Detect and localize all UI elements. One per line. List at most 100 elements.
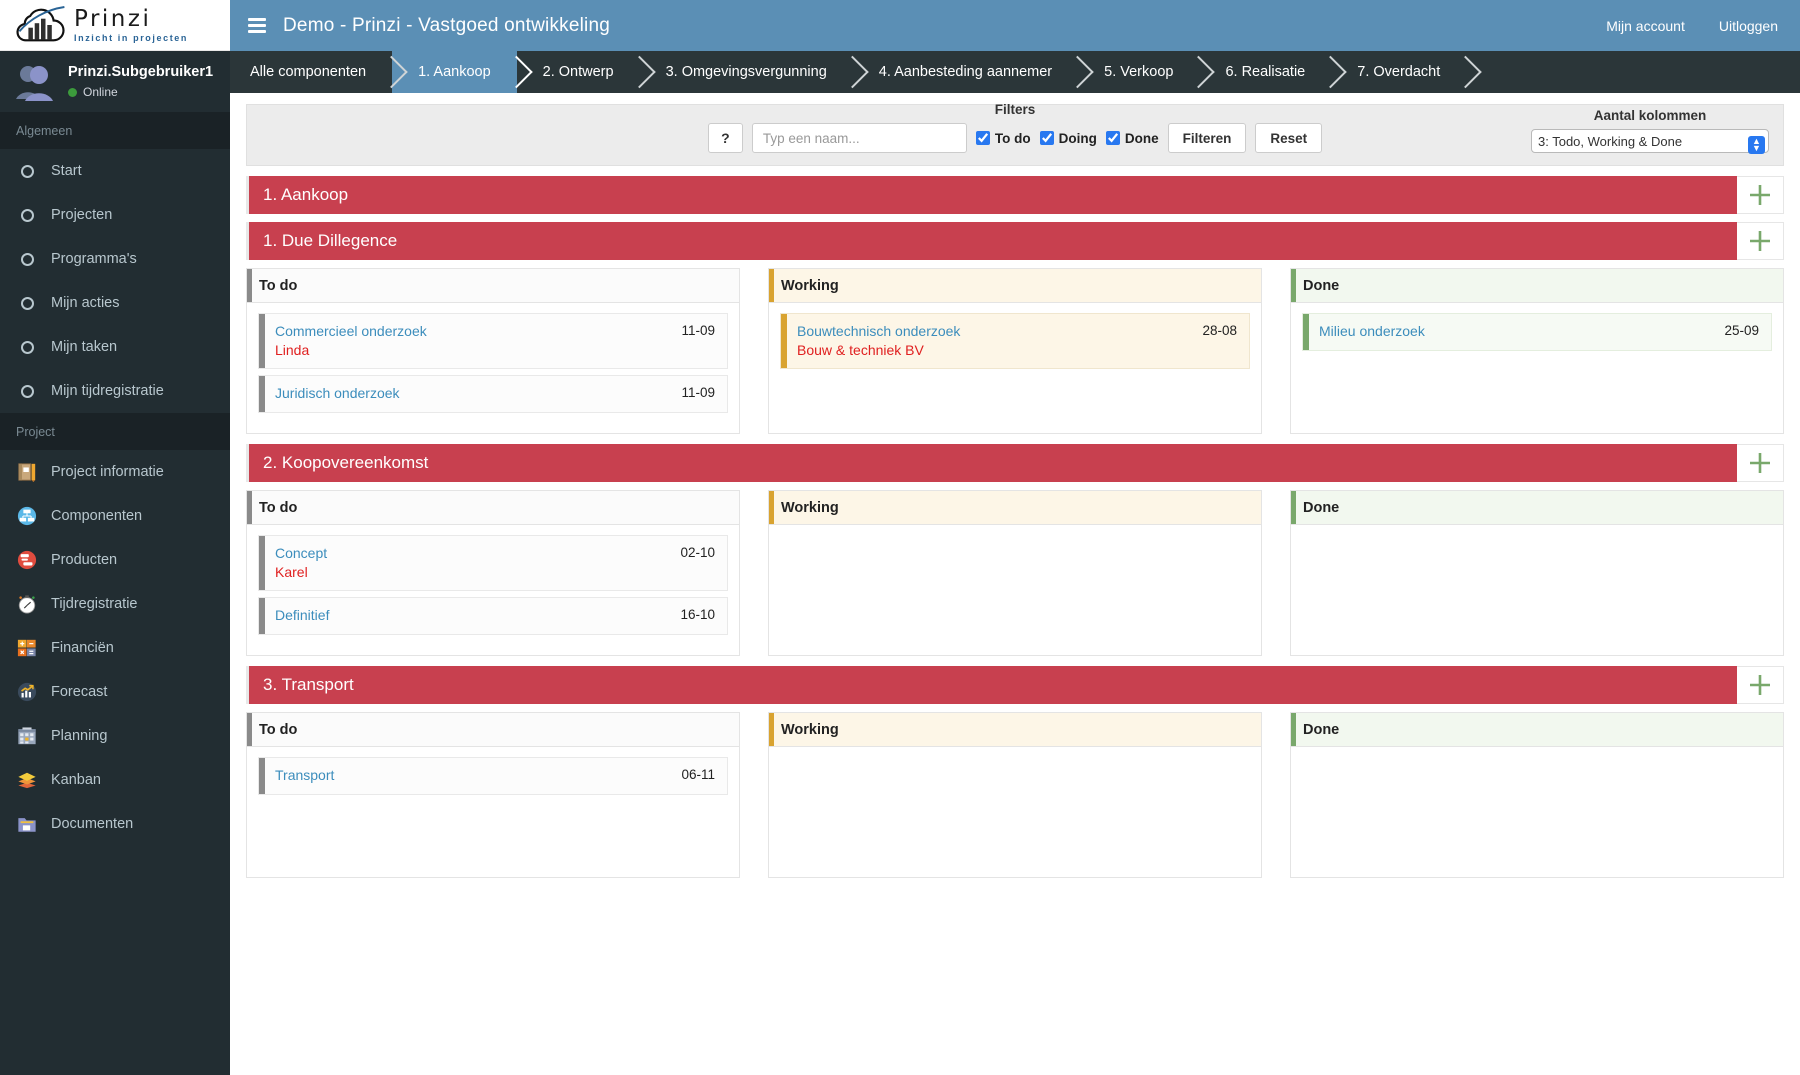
sidebar-item-producten[interactable]: Producten [0,538,230,582]
sidebar-item-planning[interactable]: Planning [0,714,230,758]
column-body-todo[interactable]: Concept Karel 02-10 Definitief 16-10 [247,525,739,655]
card-title[interactable]: Concept [275,545,327,562]
checkbox-doing[interactable]: Doing [1039,131,1097,146]
column-body-done[interactable]: Milieu onderzoek 25-09 [1291,303,1783,433]
sidebar-item-label: Tijdregistratie [51,596,138,612]
add-item-button[interactable] [1737,222,1784,260]
filter-button[interactable]: Filteren [1167,123,1247,153]
card-date: 11-09 [681,323,715,338]
breadcrumb-item-4-aanbesteding-aannemer[interactable]: 4. Aanbesteding aannemer [852,51,1079,93]
column-header-working: Working [769,713,1261,747]
filters-label: Filters [994,102,1036,117]
card-date: 02-10 [680,545,715,560]
phase-title: 1. Aankoop [246,176,1737,214]
sidebar-item-componenten[interactable]: Componenten [0,494,230,538]
layers-icon [16,769,38,791]
card-date: 06-11 [681,767,715,782]
sidebar-item-mijn-taken[interactable]: Mijn taken [0,325,230,369]
logout-link[interactable]: Uitloggen [1719,18,1778,34]
card-date: 25-09 [1724,323,1759,338]
search-input[interactable] [751,123,967,153]
sidebar-item-start[interactable]: Start [0,149,230,193]
columns-count-select[interactable]: 3: Todo, Working & Done [1531,129,1769,153]
sidebar-item-mijn-acties[interactable]: Mijn acties [0,281,230,325]
sidebar-item-label: Mijn tijdregistratie [51,383,164,399]
breadcrumb-item-5-verkoop[interactable]: 5. Verkoop [1078,51,1200,93]
column-header-todo: To do [247,491,739,525]
hamburger-icon[interactable] [248,18,266,33]
brand-header[interactable]: Prinzi Inzicht in projecten [0,0,230,51]
help-button[interactable]: ? [707,123,743,153]
sidebar-item-documenten[interactable]: Documenten [0,802,230,846]
breadcrumb-item-3-omgevingsvergunning[interactable]: 3. Omgevingsvergunning [639,51,853,93]
group-title: 3. Transport [246,666,1737,704]
sidebar-item-programmas[interactable]: Programma's [0,237,230,281]
page-title: Demo - Prinzi - Vastgoed ontwikkeling [283,14,611,36]
column-body-working[interactable] [769,747,1261,877]
checkbox-todo-input[interactable] [975,131,990,145]
sidebar-item-label: Financiën [51,640,114,656]
plus-icon [1750,675,1770,695]
breadcrumb-item-2-ontwerp[interactable]: 2. Ontwerp [516,51,640,93]
column-body-todo[interactable]: Transport 06-11 [247,747,739,877]
sidebar-item-label: Mijn taken [51,339,118,355]
card-date: 11-09 [681,385,715,400]
circle-icon [16,380,38,402]
card-title[interactable]: Commercieel onderzoek [275,323,427,340]
blue-network-icon [16,505,38,527]
group-columns: To do Transport 06-11 Working Done [246,712,1784,878]
user-panel[interactable]: Prinzi.Subgebruiker1 Online [0,51,230,112]
sidebar-section-header-algemeen: Algemeen [0,112,230,149]
card[interactable]: Juridisch onderzoek 11-09 [258,375,728,413]
sidebar-item-project-informatie[interactable]: Project informatie [0,450,230,494]
column-working: Working [768,490,1262,656]
column-body-todo[interactable]: Commercieel onderzoek Linda 11-09 Juridi… [247,303,739,433]
breadcrumb-item-1-aankoop[interactable]: 1. Aankoop [392,51,517,93]
add-phase-button[interactable] [1737,176,1784,214]
breadcrumb-item-alle-componenten[interactable]: Alle componenten [230,51,393,93]
checkbox-doing-input[interactable] [1039,131,1054,145]
circle-icon [16,336,38,358]
checkbox-todo[interactable]: To do [975,131,1031,146]
online-dot-icon [68,87,77,97]
card-title[interactable]: Definitief [275,607,329,624]
app-root: Prinzi Inzicht in projecten Prinzi.Subge… [0,0,1800,1075]
checkbox-done-label: Done [1124,130,1159,146]
sidebar-item-forecast[interactable]: Forecast [0,670,230,714]
column-body-working[interactable] [769,525,1261,655]
add-item-button[interactable] [1737,444,1784,482]
card-title[interactable]: Bouwtechnisch onderzoek [797,323,960,340]
checkbox-done[interactable]: Done [1105,130,1159,146]
card[interactable]: Definitief 16-10 [258,597,728,635]
card[interactable]: Bouwtechnisch onderzoek Bouw & techniek … [780,313,1250,369]
reset-button[interactable]: Reset [1255,123,1323,153]
column-body-done[interactable] [1291,747,1783,877]
card[interactable]: Transport 06-11 [258,757,728,795]
sidebar-item-tijdregistratie[interactable]: Tijdregistratie [0,582,230,626]
checkbox-done-input[interactable] [1105,131,1120,145]
card-assignee: Linda [275,342,310,358]
sidebar-item-kanban[interactable]: Kanban [0,758,230,802]
column-body-done[interactable] [1291,525,1783,655]
card-date: 28-08 [1202,323,1237,338]
card-title[interactable]: Transport [275,767,334,784]
column-done: Done Milieu onderzoek 25-09 [1290,268,1784,434]
card[interactable]: Milieu onderzoek 25-09 [1302,313,1772,351]
card[interactable]: Commercieel onderzoek Linda 11-09 [258,313,728,369]
column-body-working[interactable]: Bouwtechnisch onderzoek Bouw & techniek … [769,303,1261,433]
user-status-label: Online [83,85,118,99]
phase-bar-row: 1. Aankoop [246,176,1784,214]
content-area: Filters ? To do Doing [230,93,1800,1075]
add-item-button[interactable] [1737,666,1784,704]
breadcrumb-item-7-overdacht[interactable]: 7. Overdacht [1331,51,1467,93]
stopwatch-icon [16,593,38,615]
sidebar-item-mijn-tijdregistratie[interactable]: Mijn tijdregistratie [0,369,230,413]
card-title[interactable]: Milieu onderzoek [1319,323,1425,340]
sidebar-item-financien[interactable]: Financiën [0,626,230,670]
card[interactable]: Concept Karel 02-10 [258,535,728,591]
breadcrumb-item-6-realisatie[interactable]: 6. Realisatie [1199,51,1332,93]
card-title[interactable]: Juridisch onderzoek [275,385,400,402]
my-account-link[interactable]: Mijn account [1606,18,1685,34]
sidebar-item-label: Mijn acties [51,295,120,311]
sidebar-item-projecten[interactable]: Projecten [0,193,230,237]
